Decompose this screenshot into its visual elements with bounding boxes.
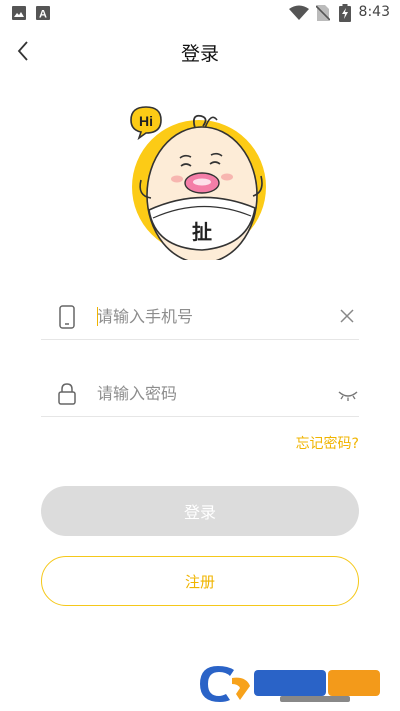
text-cursor bbox=[97, 307, 98, 326]
phone-input[interactable] bbox=[97, 303, 317, 329]
password-field-row bbox=[41, 371, 359, 417]
watermark-logo bbox=[196, 660, 386, 706]
status-bar: A 8:43 bbox=[0, 0, 400, 26]
header: 登录 bbox=[0, 26, 400, 76]
register-button[interactable]: 注册 bbox=[41, 556, 359, 606]
lock-icon bbox=[58, 383, 76, 405]
clear-icon[interactable] bbox=[337, 306, 357, 326]
mascot-avatar: Hi 扯 bbox=[125, 100, 275, 264]
status-time: 8:43 bbox=[358, 4, 390, 20]
wifi-icon bbox=[289, 5, 309, 20]
eye-closed-icon[interactable] bbox=[337, 385, 359, 403]
diaper-text: 扯 bbox=[192, 220, 212, 244]
phone-icon bbox=[59, 305, 75, 329]
battery-charging-icon bbox=[339, 4, 351, 22]
svg-text:A: A bbox=[39, 9, 47, 21]
speech-bubble-text: Hi bbox=[139, 113, 153, 129]
font-a-icon: A bbox=[36, 6, 50, 20]
page-title: 登录 bbox=[180, 43, 219, 65]
forgot-password-link[interactable]: 忘记密码? bbox=[296, 433, 359, 453]
password-input[interactable] bbox=[97, 380, 317, 406]
phone-field-row bbox=[41, 294, 359, 340]
no-sim-icon bbox=[316, 5, 330, 21]
login-button[interactable]: 登录 bbox=[41, 486, 359, 536]
image-icon bbox=[12, 6, 26, 20]
